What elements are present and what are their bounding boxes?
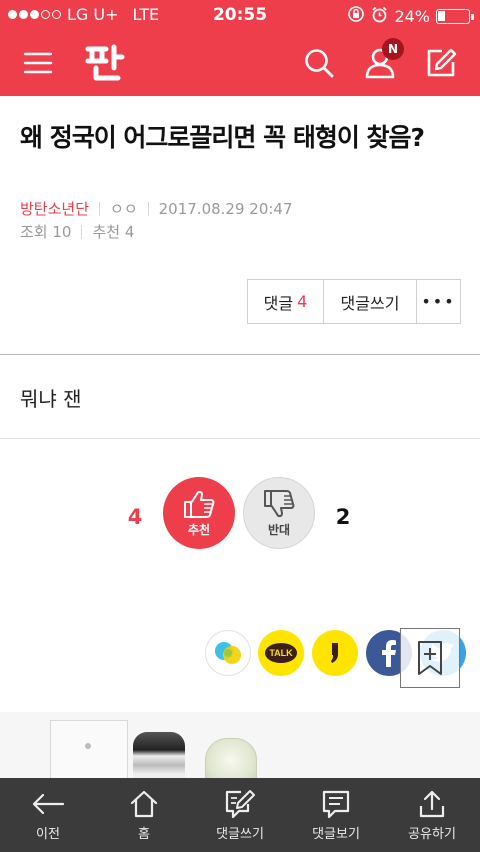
ad-banner[interactable] [0, 712, 480, 780]
upvote-button[interactable]: 추천 [163, 477, 235, 549]
edit-icon[interactable] [422, 44, 460, 82]
downvote-button[interactable]: 반대 [243, 477, 315, 549]
ad-product-dot [85, 743, 91, 749]
more-dots-icon: ••• [421, 292, 456, 311]
divider [0, 354, 480, 355]
tab-view-comments-label: 댓글보기 [312, 827, 360, 842]
status-bar: LG U+ LTE 20:55 24% [0, 0, 480, 30]
comment-bar: 댓글 4 댓글쓰기 ••• [247, 279, 461, 324]
tab-view-comments[interactable]: 댓글보기 [288, 778, 384, 852]
comments-button[interactable]: 댓글 4 [248, 280, 324, 323]
meta-divider [81, 224, 83, 239]
kakaotalk-bubble: TALK [265, 643, 297, 663]
tab-share-label: 공유하기 [408, 827, 456, 842]
bookmark-add-icon [418, 641, 442, 675]
write-comment-icon [224, 787, 256, 821]
share-icon [418, 787, 446, 821]
post-stats: 조회 10 추천 4 [20, 221, 134, 242]
post-author: ㅇㅇ [110, 200, 138, 218]
divider [0, 438, 480, 439]
ad-product-bottle [205, 738, 257, 780]
menu-icon[interactable] [19, 44, 57, 82]
battery-percent: 24% [394, 6, 430, 26]
tab-share[interactable]: 공유하기 [384, 778, 480, 852]
logo-mark [84, 44, 126, 84]
battery-fill [438, 10, 445, 21]
bottom-tab-bar: 이전 홈 댓글쓰기 댓글보기 공유하기 [0, 778, 480, 852]
back-arrow-icon [31, 787, 65, 821]
kakaostory-icon[interactable] [312, 630, 358, 676]
battery-icon [436, 8, 474, 24]
comments-count: 4 [297, 292, 308, 311]
user-icon[interactable]: N [361, 38, 404, 82]
kakaotalk-icon[interactable]: TALK [258, 630, 304, 676]
rotation-lock-icon [347, 5, 365, 27]
post-views: 조회 10 [20, 223, 72, 241]
view-comments-icon [321, 787, 351, 821]
post-category[interactable]: 방탄소년단 [20, 198, 89, 219]
meta-divider [147, 201, 149, 216]
more-button[interactable]: ••• [417, 280, 460, 323]
write-comment-label: 댓글쓰기 [340, 293, 400, 313]
comments-label: 댓글 [263, 293, 294, 313]
tab-home[interactable]: 홈 [96, 778, 192, 852]
post-meta: 방탄소년단 ㅇㅇ 2017.08.29 20:47 [20, 198, 293, 219]
downvote-label: 반대 [267, 522, 291, 537]
home-icon [129, 787, 159, 821]
write-comment-button[interactable]: 댓글쓰기 [324, 280, 417, 323]
tab-back[interactable]: 이전 [0, 778, 96, 852]
post-recommends: 추천 4 [92, 223, 135, 241]
status-right: 24% [347, 5, 474, 27]
ad-product-jar [133, 732, 185, 780]
alarm-icon [371, 6, 388, 27]
app-logo[interactable] [84, 44, 126, 84]
upvote-count: 4 [127, 505, 143, 529]
meta-divider [99, 201, 101, 216]
downvote-count: 2 [335, 505, 351, 529]
post-title: 왜 정국이 어그로끌리면 꼭 태형이 찾음? [20, 123, 425, 152]
thumbs-down-icon [264, 489, 295, 517]
search-icon[interactable] [300, 44, 338, 82]
post-date: 2017.08.29 20:47 [158, 199, 293, 218]
notification-badge: N [382, 38, 404, 60]
thumbs-up-icon [184, 490, 215, 518]
bookmark-button[interactable] [400, 628, 460, 688]
ad-product-box [50, 720, 128, 780]
band-share-icon[interactable] [205, 630, 251, 676]
tab-home-label: 홈 [138, 827, 150, 842]
tab-back-label: 이전 [36, 827, 60, 842]
app-bar: N [0, 30, 480, 96]
tab-write-comment[interactable]: 댓글쓰기 [192, 778, 288, 852]
tab-write-comment-label: 댓글쓰기 [216, 827, 264, 842]
upvote-label: 추천 [187, 522, 211, 537]
post-body: 뭐냐 잰 [20, 387, 82, 411]
